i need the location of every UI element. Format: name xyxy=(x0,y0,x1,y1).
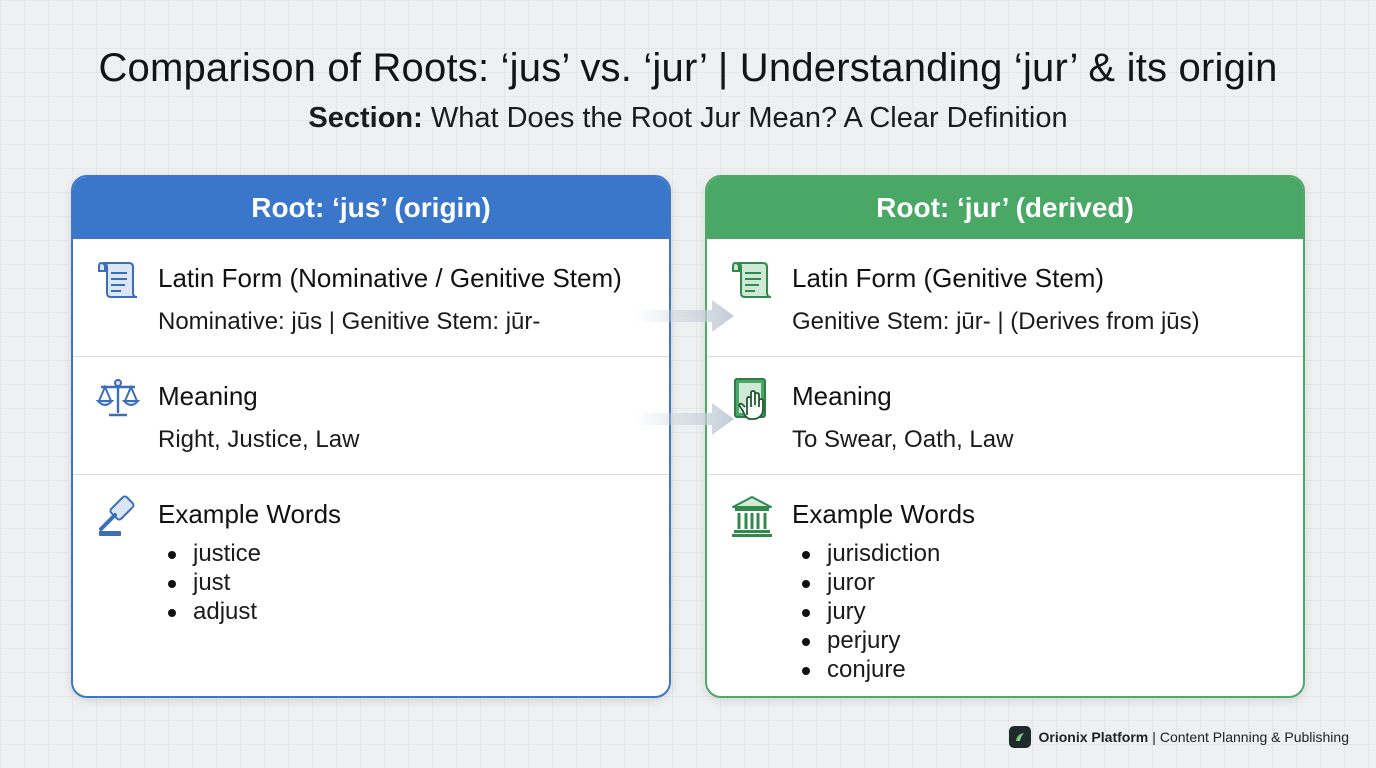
section-label: Section: xyxy=(308,102,423,134)
example-words-list: jurisdiction juror jury perjury conjure xyxy=(802,539,940,684)
jus-card-header: Root: ‘jus’ (origin) xyxy=(73,177,669,239)
row-text: To Swear, Oath, Law xyxy=(792,426,1014,453)
list-item: jurisdiction xyxy=(802,539,940,568)
row-text: Right, Justice, Law xyxy=(158,426,360,453)
list-item: juror xyxy=(802,568,940,597)
jur-card-header: Root: ‘jur’ (derived) xyxy=(707,177,1303,239)
row-title: Latin Form (Nominative / Genitive Stem) xyxy=(158,263,622,293)
list-item: adjust xyxy=(168,597,261,626)
footer-brand: Orionix Platform xyxy=(1038,729,1149,745)
row-title: Example Words xyxy=(158,499,342,529)
orionix-logo-icon xyxy=(1008,726,1031,748)
section-subtitle: Section: What Does the Root Jur Mean? A … xyxy=(0,102,1376,135)
row-title: Latin Form (Genitive Stem) xyxy=(792,263,1105,293)
jus-latin-form-row: Latin Form (Nominative / Genitive Stem) … xyxy=(73,239,669,357)
list-item: just xyxy=(168,568,261,597)
scroll-icon xyxy=(98,261,138,298)
example-words-list: justice just adjust xyxy=(168,539,261,626)
jur-latin-form-row: Latin Form (Genitive Stem) Genitive Stem… xyxy=(707,239,1303,357)
footer-branding: Orionix Platform | Content Planning & Pu… xyxy=(1008,726,1349,748)
page-title: Comparison of Roots: ‘jus’ vs. ‘jur’ | U… xyxy=(98,46,1278,90)
jur-meaning-row: Meaning To Swear, Oath, Law xyxy=(707,357,1303,475)
row-title: Example Words xyxy=(792,499,976,529)
jus-root-card: Root: ‘jus’ (origin) Latin Form (Nominat… xyxy=(71,175,671,698)
row-title: Meaning xyxy=(792,381,892,411)
derivation-arrow-meaning xyxy=(634,403,734,435)
list-item: perjury xyxy=(802,626,940,655)
row-text: Genitive Stem: jūr- | (Derives from jūs) xyxy=(792,308,1200,335)
gavel-icon xyxy=(99,495,135,536)
row-title: Meaning xyxy=(158,381,258,411)
row-text: Nominative: jūs | Genitive Stem: jūr- xyxy=(158,308,541,335)
derivation-arrow-latin-form xyxy=(634,300,734,332)
scales-icon xyxy=(95,379,141,417)
jus-meaning-row: Meaning Right, Justice, Law xyxy=(73,357,669,475)
list-item: justice xyxy=(168,539,261,568)
footer-separator: | xyxy=(1152,729,1156,745)
footer-tagline: Content Planning & Publishing xyxy=(1159,729,1349,745)
section-text: What Does the Root Jur Mean? A Clear Def… xyxy=(430,102,1068,134)
list-item: conjure xyxy=(802,655,940,684)
list-item: jury xyxy=(802,597,940,626)
jur-root-card: Root: ‘jur’ (derived) Latin Form (Geniti… xyxy=(705,175,1305,698)
courthouse-icon xyxy=(732,496,772,537)
